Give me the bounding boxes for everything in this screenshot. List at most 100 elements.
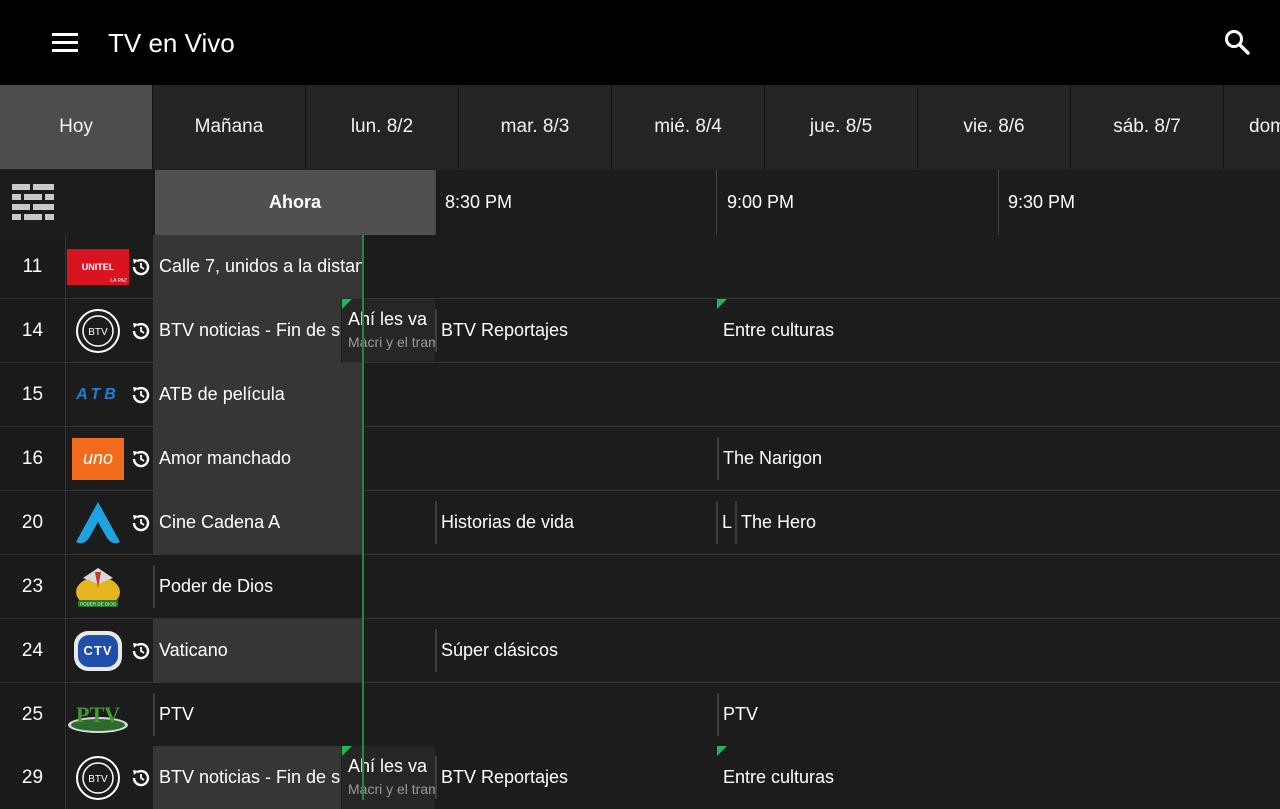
program-title: Cine Cadena A: [159, 512, 281, 532]
program-cell[interactable]: PTV: [717, 683, 1280, 746]
channel-logo[interactable]: CTV: [66, 619, 130, 682]
menu-icon[interactable]: [52, 33, 78, 53]
program-cell[interactable]: Amor manchado: [153, 427, 362, 490]
program-title: Calle 7, unidos a la distancia: [159, 256, 362, 276]
catchup-icon[interactable]: [130, 256, 152, 278]
program-divider: [435, 501, 437, 544]
search-icon[interactable]: [1222, 27, 1252, 57]
program-title: PTV: [723, 704, 759, 724]
program-divider: [435, 629, 437, 672]
program-cell[interactable]: Entre culturas: [717, 299, 1280, 362]
channel-row: 24 CTV Vaticano Súper clásicos: [0, 619, 1280, 683]
logo-text: UNITEL: [81, 261, 115, 272]
channel-number: 11: [0, 235, 66, 298]
app-bar: TV en Vivo: [0, 0, 1280, 85]
channel-number: 16: [0, 427, 66, 490]
channel-number: 15: [0, 363, 66, 426]
program-divider: [716, 501, 718, 544]
catchup-icon[interactable]: [130, 512, 152, 534]
channel-number: 24: [0, 619, 66, 682]
logo-subtext: LA PAZ: [110, 277, 127, 284]
program-title: Súper clásicos: [441, 640, 559, 660]
program-cell[interactable]: ATB de película: [153, 363, 362, 426]
grid-view-icon[interactable]: [12, 184, 54, 220]
logo-text: PODER DE DIOS: [80, 601, 116, 606]
channel-row: 15 ATB ATB de película: [0, 363, 1280, 427]
channel-row: 29 BTV BTV noticias - Fin de semana Ahí …: [0, 746, 1280, 809]
channel-logo[interactable]: ATB: [66, 363, 130, 426]
program-title: The Hero: [741, 512, 817, 532]
program-cell[interactable]: Ahí les va Macri y el tramo final: [342, 299, 435, 362]
program-divider: [735, 501, 737, 544]
channel-row: 14 BTV BTV noticias - Fin de semana Ahí …: [0, 299, 1280, 363]
channel-logo[interactable]: A: [66, 491, 130, 554]
day-tab-sat[interactable]: sáb. 8/7: [1071, 85, 1224, 169]
day-tab-mon[interactable]: lun. 8/2: [306, 85, 459, 169]
program-cell[interactable]: Calle 7, unidos a la distancia: [153, 235, 362, 298]
program-title: Vaticano: [159, 640, 228, 660]
program-cell[interactable]: Historias de vida: [435, 491, 716, 554]
program-cell[interactable]: Vaticano: [153, 619, 362, 682]
logo-text: ATB: [76, 385, 120, 403]
program-cell[interactable]: PTV: [153, 683, 716, 746]
program-cell[interactable]: The Hero: [735, 491, 1280, 554]
program-divider: [435, 309, 437, 352]
channel-logo[interactable]: PTV: [66, 683, 130, 746]
channel-number: 14: [0, 299, 66, 362]
channel-number: 25: [0, 683, 66, 746]
program-title: Ahí les va: [348, 309, 428, 329]
program-cell[interactable]: BTV noticias - Fin de semana: [153, 299, 341, 362]
channel-row: 20 A Cine Cadena A Historias de vida L T…: [0, 491, 1280, 555]
day-tab-tue[interactable]: mar. 8/3: [459, 85, 612, 169]
day-tab-fri[interactable]: vie. 8/6: [918, 85, 1071, 169]
catchup-icon[interactable]: [130, 767, 152, 789]
logo-text: BTV: [88, 327, 108, 338]
program-cell[interactable]: The Narigon: [717, 427, 1280, 490]
time-slot-830: 8:30 PM: [445, 192, 513, 212]
program-cell[interactable]: Poder de Dios: [153, 555, 1280, 618]
program-title: The Narigon: [723, 448, 823, 468]
channel-number: 20: [0, 491, 66, 554]
program-title: ATB de película: [159, 384, 285, 404]
program-cell[interactable]: Cine Cadena A: [153, 491, 362, 554]
logo-text: PTV: [76, 702, 120, 727]
btv-logo-icon: BTV: [76, 755, 120, 800]
program-divider: [153, 693, 155, 736]
channel-logo[interactable]: PODER DE DIOS: [66, 555, 130, 618]
program-title: Poder de Dios: [159, 576, 274, 596]
program-cell[interactable]: Súper clásicos: [435, 619, 1280, 682]
program-title: Amor manchado: [159, 448, 292, 468]
channel-row: 23 PODER DE DIOS Poder de Dios: [0, 555, 1280, 619]
program-divider: [717, 693, 719, 736]
now-slot[interactable]: Ahora: [155, 170, 435, 235]
program-title: Ahí les va: [348, 756, 428, 776]
logo-text: CTV: [83, 643, 113, 658]
program-title: L: [722, 512, 733, 532]
channel-row: 11 UNITEL LA PAZ Calle 7, unidos a la di…: [0, 235, 1280, 299]
day-tab-bar: Hoy Mañana lun. 8/2 mar. 8/3 mié. 8/4 ju…: [0, 85, 1280, 170]
catchup-icon[interactable]: [130, 448, 152, 470]
day-tab-tomorrow[interactable]: Mañana: [153, 85, 306, 169]
program-cell[interactable]: L: [716, 491, 735, 554]
channel-logo[interactable]: BTV: [66, 299, 130, 362]
current-time-line: [362, 235, 364, 800]
catchup-icon[interactable]: [130, 640, 152, 662]
channel-logo[interactable]: UNITEL LA PAZ: [66, 235, 130, 298]
program-title: PTV: [159, 704, 195, 724]
program-title: Historias de vida: [441, 512, 575, 532]
channel-row: 16 uno Amor manchado The Narigon: [0, 427, 1280, 491]
logo-text: BTV: [88, 774, 108, 785]
time-divider: [716, 170, 717, 235]
day-tab-wed[interactable]: mié. 8/4: [612, 85, 765, 169]
catchup-icon[interactable]: [130, 384, 152, 406]
channel-logo[interactable]: uno: [66, 427, 130, 490]
day-tab-today[interactable]: Hoy: [0, 85, 153, 169]
day-tab-sun[interactable]: dom. 8/8: [1224, 85, 1280, 169]
program-title: BTV noticias - Fin de semana: [159, 320, 341, 340]
day-tab-thu[interactable]: jue. 8/5: [765, 85, 918, 169]
program-cell[interactable]: BTV Reportajes: [435, 299, 716, 362]
program-title: BTV Reportajes: [441, 320, 569, 340]
program-divider: [717, 437, 719, 480]
ptv-logo-icon: PTV: [68, 702, 128, 733]
catchup-icon[interactable]: [130, 320, 152, 342]
